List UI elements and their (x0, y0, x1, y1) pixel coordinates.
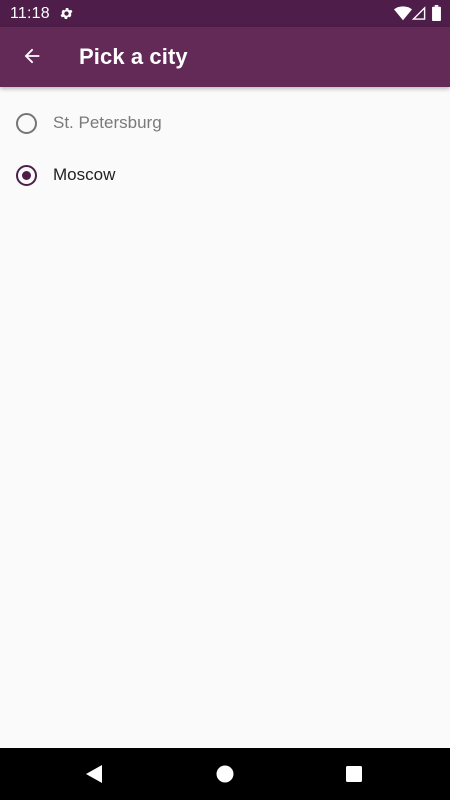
app-bar: Pick a city (0, 27, 450, 87)
radio-label: St. Petersburg (53, 113, 162, 132)
back-button[interactable] (10, 34, 54, 78)
recents-square-icon[interactable] (346, 766, 362, 782)
radio-option-st-petersburg[interactable]: St. Petersburg (0, 97, 450, 149)
page-title: Pick a city (79, 44, 188, 69)
status-bar: 11:18 (0, 0, 450, 27)
arrow-back-icon (24, 48, 40, 64)
battery-icon (432, 5, 441, 21)
wifi-icon (394, 6, 412, 21)
city-radio-group: St. Petersburg Moscow (0, 97, 450, 201)
system-navigation-bar (0, 748, 450, 800)
home-circle-icon[interactable] (216, 765, 234, 783)
signal-icon (412, 6, 426, 20)
status-time: 11:18 (10, 5, 50, 22)
radio-button-unchecked[interactable] (16, 112, 37, 134)
radio-option-moscow[interactable]: Moscow (0, 149, 450, 201)
back-triangle-icon[interactable] (85, 765, 103, 783)
gear-icon (60, 8, 73, 19)
radio-button-checked[interactable] (16, 164, 37, 186)
radio-dot (22, 170, 31, 180)
radio-label: Moscow (53, 165, 116, 184)
